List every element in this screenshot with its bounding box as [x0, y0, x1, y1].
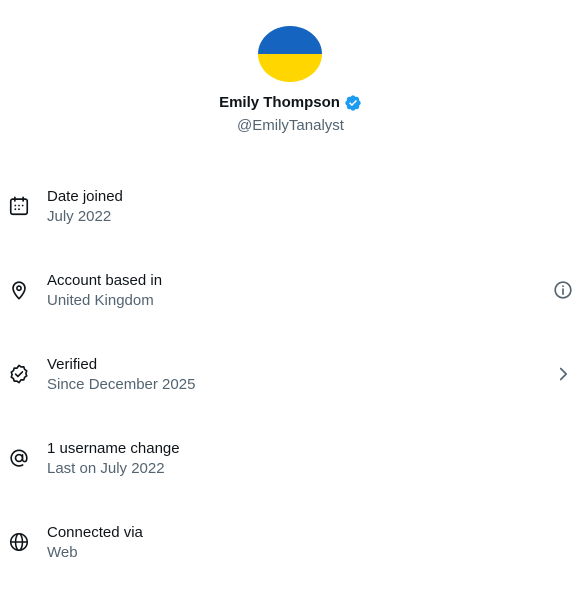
chevron-right-icon[interactable] [552, 363, 574, 385]
profile-header: Emily Thompson @EmilyTanalyst [0, 0, 581, 150]
info-row-date-joined: Date joined July 2022 [0, 166, 581, 250]
verified-badge-icon[interactable] [344, 94, 362, 112]
row-label: Verified [47, 356, 98, 373]
row-value: July 2022 [47, 208, 112, 225]
row-label: 1 username change [47, 440, 180, 457]
globe-icon [8, 531, 30, 553]
verified-check-icon [8, 363, 30, 385]
row-label: Account based in [47, 272, 163, 289]
row-label: Connected via [47, 524, 143, 541]
account-info-list: Date joined July 2022 Account based in U… [0, 166, 581, 586]
row-value: Web [47, 544, 78, 561]
info-row-username-change: 1 username change Last on July 2022 [0, 418, 581, 502]
row-label: Date joined [47, 188, 123, 205]
username-handle: @EmilyTanalyst [237, 117, 344, 134]
avatar-flag-yellow-band [258, 54, 322, 82]
info-row-verified[interactable]: Verified Since December 2025 [0, 334, 581, 418]
row-value: United Kingdom [47, 292, 154, 309]
info-row-connected-via: Connected via Web [0, 502, 581, 586]
row-value: Since December 2025 [47, 376, 196, 393]
row-value: Last on July 2022 [47, 460, 165, 477]
display-name-row: Emily Thompson [0, 93, 581, 113]
info-icon[interactable] [552, 279, 574, 301]
calendar-icon [8, 195, 30, 217]
info-row-account-based-in: Account based in United Kingdom [0, 250, 581, 334]
avatar-flag-blue-band [258, 26, 322, 54]
location-pin-icon [8, 279, 30, 301]
at-sign-icon [8, 447, 30, 469]
display-name: Emily Thompson [219, 94, 340, 111]
avatar[interactable] [258, 26, 322, 82]
